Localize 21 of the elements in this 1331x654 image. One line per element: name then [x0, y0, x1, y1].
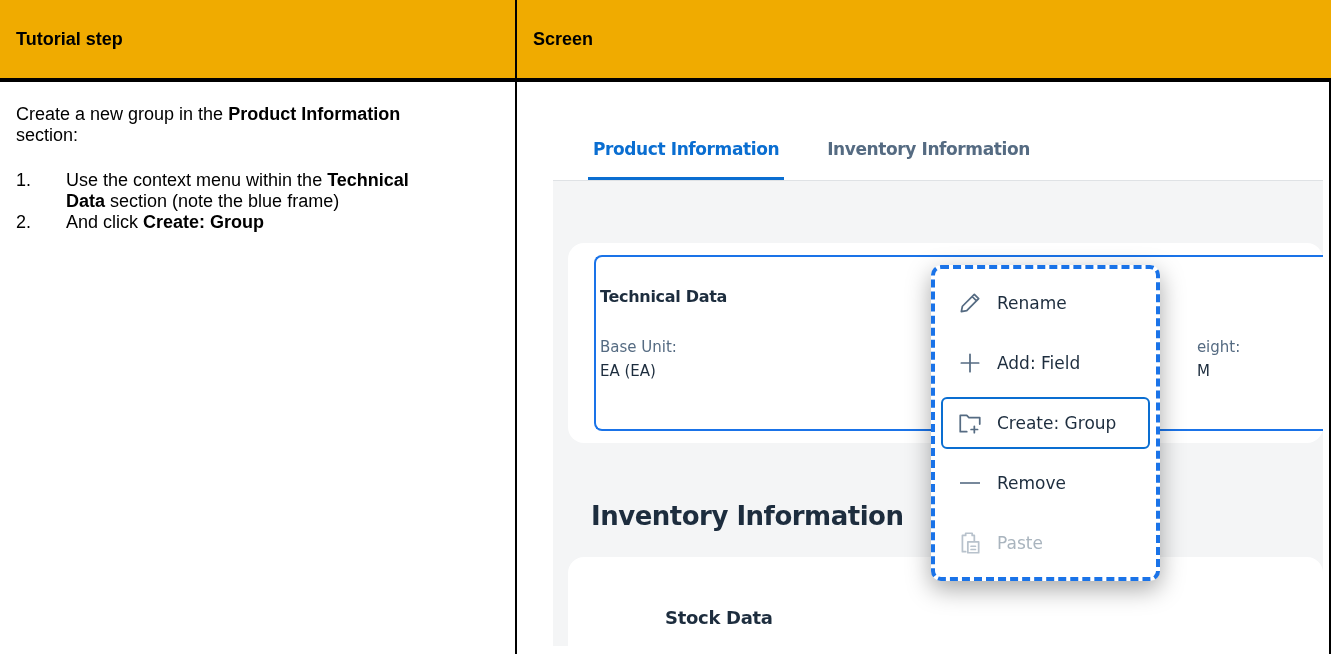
instruction-text: Create a new group in the Product Information section:	[16, 104, 402, 146]
menu-item[interactable]: Rename	[941, 277, 1150, 329]
field-value: EA (EA)	[600, 362, 657, 380]
subsection-title: Stock Data	[665, 607, 774, 628]
field-label: eight:	[1196, 338, 1241, 356]
menu-item[interactable]: Add: Field	[941, 337, 1150, 389]
menu-item[interactable]: Create: Group	[941, 397, 1150, 449]
step-number: 2.	[16, 212, 32, 233]
step-number: 1.	[16, 170, 32, 192]
minus-icon	[960, 482, 980, 484]
tab[interactable]: Inventory Information	[822, 139, 1035, 180]
step-text: Use the context menu within the Technical Data section (note the blue frame)	[66, 170, 410, 212]
tab[interactable]: Product Information	[588, 139, 785, 180]
column-header: Tutorial step	[0, 0, 517, 78]
section-title: Technical Data	[600, 287, 728, 306]
step-text: And click Create: Group	[66, 212, 265, 233]
menu-item[interactable]: Remove	[941, 457, 1150, 509]
field-value: M	[1196, 362, 1211, 380]
section-heading: Inventory Information	[591, 501, 905, 531]
column-header: Screen	[532, 27, 595, 51]
field-label: Base Unit:	[600, 338, 677, 356]
